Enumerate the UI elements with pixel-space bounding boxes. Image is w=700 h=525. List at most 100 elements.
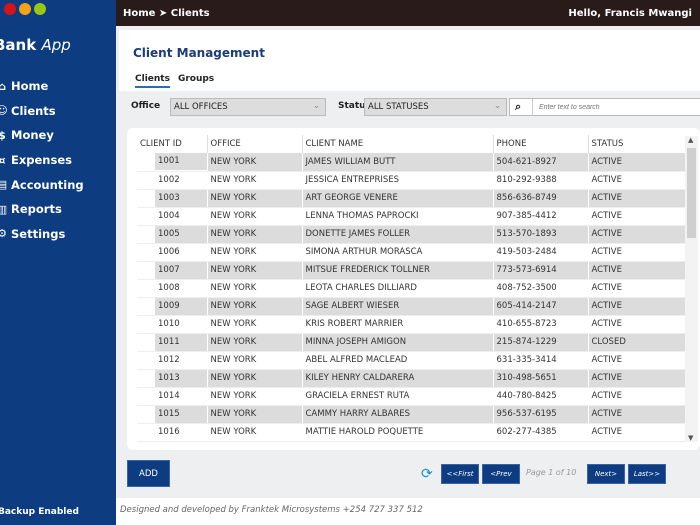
scroll-up-icon[interactable]: ▲ xyxy=(688,136,693,144)
scroll-down-icon[interactable]: ▼ xyxy=(688,434,693,442)
sidebar-item-settings[interactable]: ⚙ Settings xyxy=(0,222,84,247)
phone-cell: 440-780-8425 xyxy=(493,387,589,406)
table-row[interactable]: 1009 NEW YORK SAGE ALBERT WIESER 605-414-21… xyxy=(137,297,686,316)
search-icon: ⌕ xyxy=(515,100,522,113)
home-icon: ⌂ xyxy=(0,79,6,93)
phone-cell: 215-874-1229 xyxy=(493,333,589,352)
table-row[interactable]: 1004 NEW YORK LENNA THOMAS PAPROCKI 907-385… xyxy=(137,207,686,226)
client-id-cell: 1003 xyxy=(155,189,207,207)
minimize-window-button[interactable] xyxy=(19,3,31,15)
status-cell: ACTIVE xyxy=(588,171,686,190)
office-cell: NEW YORK xyxy=(207,243,303,262)
maximize-window-button[interactable] xyxy=(34,3,46,15)
client-id-cell: 1006 xyxy=(158,246,180,257)
col-client-id[interactable]: CLIENT ID xyxy=(137,135,208,153)
office-cell: NEW YORK xyxy=(207,351,303,370)
office-cell: NEW YORK xyxy=(207,171,303,190)
clients-table: CLIENT ID OFFICE CLIENT NAME PHONE STATU… xyxy=(137,135,686,442)
table-row[interactable]: 1012 NEW YORK ABEL ALFRED MACLEAD 631-335-3… xyxy=(137,351,686,370)
sidebar-item-label: Money xyxy=(11,128,54,143)
phone-cell: 956-537-6195 xyxy=(493,405,589,424)
sidebar-item-reports[interactable]: ▥ Reports xyxy=(0,197,84,222)
table-row[interactable]: 1015 NEW YORK CAMMY HARRY ALBARES 956-537-6… xyxy=(137,405,686,424)
status-cell: ACTIVE xyxy=(588,369,686,388)
user-greeting: Hello, Francis Mwangi xyxy=(568,7,692,19)
scrollbar-thumb[interactable] xyxy=(687,148,696,238)
client-name-cell: SIMONA ARTHUR MORASCA xyxy=(302,243,494,262)
add-button[interactable]: ADD xyxy=(127,460,170,487)
tab-clients[interactable]: Clients xyxy=(135,74,170,88)
sidebar-item-clients[interactable]: ☺ Clients xyxy=(0,99,84,124)
table-row[interactable]: 1005 NEW YORK DONETTE JAMES FOLLER 513-570-… xyxy=(137,225,686,244)
client-name-cell: DONETTE JAMES FOLLER xyxy=(302,225,494,244)
sidebar-item-home[interactable]: ⌂ Home xyxy=(0,74,84,99)
table-row[interactable]: 1001 NEW YORK JAMES WILLIAM BUTT 504-621-89… xyxy=(137,153,686,172)
table-row[interactable]: 1007 NEW YORK MITSUE FREDERICK TOLLNER 773-… xyxy=(137,261,686,280)
office-cell: NEW YORK xyxy=(207,387,303,406)
table-row[interactable]: 1002 NEW YORK JESSICA ENTREPRISES 810-292-9… xyxy=(137,171,686,190)
brand-logo: Bank App xyxy=(0,36,71,54)
status-cell: ACTIVE xyxy=(588,207,686,226)
client-name-cell: KILEY HENRY CALDARERA xyxy=(302,369,494,388)
client-name-cell: ABEL ALFRED MACLEAD xyxy=(302,351,494,370)
close-window-button[interactable] xyxy=(4,3,16,15)
sidebar-item-money[interactable]: $ Money xyxy=(0,123,84,148)
page-title: Client Management xyxy=(133,46,265,60)
phone-cell: 773-573-6914 xyxy=(493,261,589,280)
client-id-cell: 1004 xyxy=(158,210,180,221)
client-id-cell: 1012 xyxy=(158,354,180,365)
client-id-cell: 1016 xyxy=(158,426,180,437)
client-id-cell: 1014 xyxy=(158,390,180,401)
status-cell: ACTIVE xyxy=(588,153,686,172)
sidebar-item-expenses[interactable]: ¤ Expenses xyxy=(0,148,84,173)
office-cell: NEW YORK xyxy=(207,333,303,352)
table-scrollbar[interactable]: ▲ ▼ xyxy=(685,136,698,442)
sidebar-item-label: Expenses xyxy=(11,153,72,168)
phone-cell: 810-292-9388 xyxy=(493,171,589,190)
office-cell: NEW YORK xyxy=(207,261,303,280)
col-status[interactable]: STATUS xyxy=(588,135,685,153)
top-bar: Home ➤ Clients Hello, Francis Mwangi xyxy=(116,0,700,26)
client-name-cell: MATTIE HAROLD POQUETTE xyxy=(302,423,494,442)
tab-groups[interactable]: Groups xyxy=(178,74,214,88)
client-name-cell: LEOTA CHARLES DILLIARD xyxy=(302,279,494,298)
table-row[interactable]: 1010 NEW YORK KRIS ROBERT MARRIER 410-655-8… xyxy=(137,315,686,334)
office-cell: NEW YORK xyxy=(207,279,303,298)
col-phone[interactable]: PHONE xyxy=(493,135,589,153)
main-content: Client Management Clients Groups Office … xyxy=(116,26,700,498)
prev-page-button[interactable]: <Prev xyxy=(482,464,520,484)
status-cell: ACTIVE xyxy=(588,297,686,316)
refresh-icon[interactable]: ⟳ xyxy=(421,466,433,482)
search-box: ⌕ xyxy=(509,98,700,116)
table-row[interactable]: 1006 NEW YORK SIMONA ARTHUR MORASCA 419-503… xyxy=(137,243,686,262)
table-row[interactable]: 1013 NEW YORK KILEY HENRY CALDARERA 310-498… xyxy=(137,369,686,388)
next-page-button[interactable]: Next> xyxy=(587,464,625,484)
status-select[interactable]: ALL STATUSES ⌄ xyxy=(364,98,507,116)
sidebar-item-accounting[interactable]: ▤ Accounting xyxy=(0,172,84,197)
col-client-name[interactable]: CLIENT NAME xyxy=(302,135,494,153)
last-page-button[interactable]: Last>> xyxy=(628,464,666,484)
clients-table-card: CLIENT ID OFFICE CLIENT NAME PHONE STATU… xyxy=(127,128,700,450)
client-id-cell: 1005 xyxy=(155,225,207,243)
table-row[interactable]: 1008 NEW YORK LEOTA CHARLES DILLIARD 408-75… xyxy=(137,279,686,298)
table-row[interactable]: 1016 NEW YORK MATTIE HAROLD POQUETTE 602-27… xyxy=(137,423,686,442)
client-name-cell: KRIS ROBERT MARRIER xyxy=(302,315,494,334)
phone-cell: 513-570-1893 xyxy=(493,225,589,244)
status-cell: ACTIVE xyxy=(588,279,686,298)
table-row[interactable]: 1014 NEW YORK GRACIELA ERNEST RUTA 440-780-… xyxy=(137,387,686,406)
client-id-cell: 1011 xyxy=(155,333,207,351)
phone-cell: 856-636-8749 xyxy=(493,189,589,208)
col-office[interactable]: OFFICE xyxy=(207,135,303,153)
office-select[interactable]: ALL OFFICES ⌄ xyxy=(170,98,326,116)
phone-cell: 504-621-8927 xyxy=(493,153,589,172)
table-row[interactable]: 1003 NEW YORK ART GEORGE VENERE 856-636-874… xyxy=(137,189,686,208)
search-input[interactable] xyxy=(532,99,700,115)
first-page-button[interactable]: <<First xyxy=(441,464,479,484)
expenses-icon: ¤ xyxy=(0,153,6,167)
phone-cell: 410-655-8723 xyxy=(493,315,589,334)
user-icon: ☺ xyxy=(0,104,8,118)
page-info: Page 1 of 10 xyxy=(526,468,577,477)
client-id-cell: 1010 xyxy=(158,318,180,329)
table-row[interactable]: 1011 NEW YORK MINNA JOSEPH AMIGON 215-874-1… xyxy=(137,333,686,352)
status-cell: ACTIVE xyxy=(588,423,686,442)
